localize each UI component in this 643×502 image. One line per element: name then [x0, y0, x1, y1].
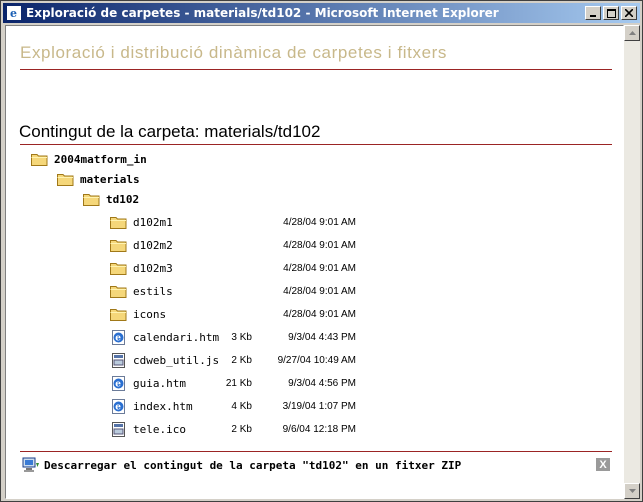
close-panel-button[interactable]: X [596, 458, 610, 471]
entry-size [202, 304, 252, 324]
scroll-up-arrow-icon[interactable] [624, 25, 640, 41]
vertical-scrollbar[interactable] [624, 25, 640, 499]
entry-date: 4/28/04 9:01 AM [283, 262, 356, 274]
tree-node-label: td102 [106, 192, 140, 206]
tree-node-label: 2004matform_in [54, 152, 147, 166]
internet-explorer-icon: e [6, 5, 22, 21]
entry-name: icons [133, 307, 167, 321]
download-zip-link[interactable]: Descarregar el contingut de la carpeta "… [22, 457, 461, 473]
close-button[interactable] [621, 6, 637, 20]
entry-date: 9/6/04 12:18 PM [282, 423, 356, 435]
download-computer-icon [22, 457, 40, 473]
folder-icon [31, 152, 48, 167]
folder-icon [110, 307, 127, 322]
window-title: Exploració de carpetes - materials/td102… [26, 6, 499, 20]
folder-icon [110, 261, 127, 276]
folder-icon [83, 192, 100, 207]
tree-node-materials[interactable]: materials [57, 169, 140, 189]
svg-text:e: e [115, 333, 121, 343]
tree-node-label: materials [80, 172, 140, 186]
svg-text:e: e [115, 402, 121, 412]
entry-name: d102m3 [133, 261, 173, 275]
entry-name: d102m1 [133, 215, 173, 229]
entry-date: 4/28/04 9:01 AM [283, 239, 356, 251]
svg-text:e: e [115, 379, 121, 389]
entry-size [202, 212, 252, 232]
entry-date: 3/19/04 1:07 PM [282, 400, 356, 412]
folder-icon [110, 215, 127, 230]
entry-size [202, 235, 252, 255]
entry-date: 9/3/04 4:43 PM [288, 331, 356, 343]
page-content: Exploració i distribució dinàmica de car… [5, 25, 624, 499]
entry-date: 4/28/04 9:01 AM [283, 216, 356, 228]
folder-icon [110, 284, 127, 299]
tree-node-2004matform_in[interactable]: 2004matform_in [31, 149, 147, 169]
entry-size: 21 Kb [225, 377, 252, 389]
entry-date: 4/28/04 9:01 AM [283, 308, 356, 320]
script-file-icon [110, 421, 127, 437]
ie-document-icon: e [110, 398, 127, 414]
download-zip-text: Descarregar el contingut de la carpeta "… [44, 458, 462, 472]
minimize-button[interactable] [585, 6, 601, 20]
entry-name: guia.htm [133, 376, 186, 390]
page-banner: Exploració i distribució dinàmica de car… [20, 43, 448, 62]
tree-node-td102[interactable]: td102 [83, 189, 139, 209]
list-item[interactable]: d102m1 [110, 212, 173, 232]
browser-window: e Exploració de carpetes - materials/td1… [0, 0, 643, 502]
entry-size: 3 Kb [231, 331, 252, 343]
entry-size [202, 281, 252, 301]
entry-name: index.htm [133, 399, 193, 413]
script-file-icon [110, 352, 127, 368]
svg-text:e: e [10, 7, 17, 20]
page-title: Contingut de la carpeta: materials/td102 [19, 122, 321, 141]
entry-name: d102m2 [133, 238, 173, 252]
list-item[interactable]: tele.ico [110, 419, 186, 439]
heading-divider [20, 144, 612, 145]
folder-icon [57, 172, 74, 187]
footer-divider [20, 451, 612, 452]
ie-document-icon: e [110, 329, 127, 345]
entry-size: 2 Kb [231, 423, 252, 435]
entry-date: 9/27/04 10:49 AM [277, 354, 356, 366]
entry-name: tele.ico [133, 422, 186, 436]
title-bar[interactable]: e Exploració de carpetes - materials/td1… [3, 3, 640, 23]
entry-name: estils [133, 284, 173, 298]
scroll-down-arrow-icon[interactable] [624, 483, 640, 499]
entry-size: 4 Kb [231, 400, 252, 412]
list-item[interactable]: e index.htm [110, 396, 193, 416]
entry-date: 9/3/04 4:56 PM [288, 377, 356, 389]
list-item[interactable]: d102m3 [110, 258, 173, 278]
list-item[interactable]: icons [110, 304, 166, 324]
maximize-button[interactable] [603, 6, 619, 20]
folder-icon [110, 238, 127, 253]
entry-date: 4/28/04 9:01 AM [283, 285, 356, 297]
entry-size: 2 Kb [231, 354, 252, 366]
entry-size [202, 258, 252, 278]
list-item[interactable]: estils [110, 281, 173, 301]
banner-divider [20, 69, 612, 70]
ie-document-icon: e [110, 375, 127, 391]
list-item[interactable]: e guia.htm [110, 373, 186, 393]
list-item[interactable]: d102m2 [110, 235, 173, 255]
